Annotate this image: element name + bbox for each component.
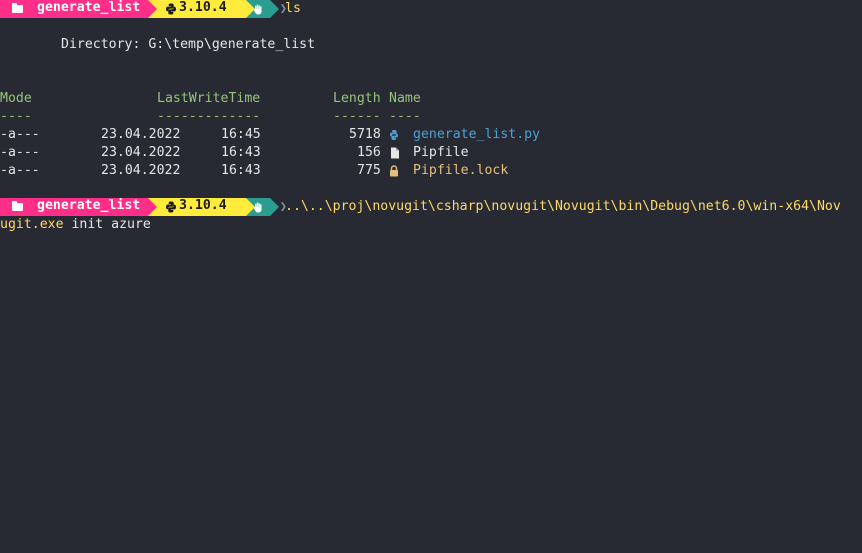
prompt-command-line1: ..\..\proj\novugit\csharp\novugit\Novugi… <box>285 199 841 214</box>
python-icon <box>166 3 176 15</box>
header-lastwritetime: LastWriteTime <box>157 91 261 106</box>
prompt-python-version: 3.10.4 <box>179 0 227 15</box>
underline-mode: ---- <box>0 109 32 124</box>
file-icon <box>391 147 399 159</box>
prompt-dir-segment: generate_list <box>0 198 157 216</box>
row-date: 23.04.2022 <box>101 127 181 142</box>
prompt-dir-label: generate_list <box>37 0 141 15</box>
command-args: init azure <box>63 217 151 232</box>
row-date: 23.04.2022 <box>101 163 181 178</box>
row-mode: -a--- <box>0 163 40 178</box>
prompt-bar-1: generate_list 3.10.4 ❯ <box>0 0 287 18</box>
row-length: 156 <box>357 145 381 160</box>
underline-lastwritetime: ------------- <box>157 109 261 124</box>
row-name[interactable]: Pipfile <box>413 144 469 162</box>
row-mode: -a--- <box>0 145 40 160</box>
prompt-dir-label: generate_list <box>37 198 141 213</box>
row-date: 23.04.2022 <box>101 145 181 160</box>
prompt-command-line2[interactable]: ugit.exe init azure <box>0 216 151 234</box>
prompt-python-version: 3.10.4 <box>179 198 227 213</box>
prompt-dir-segment: generate_list <box>0 0 157 18</box>
row-length: 5718 <box>349 127 381 142</box>
row-name[interactable]: generate_list.py <box>413 126 540 144</box>
python-file-icon <box>390 130 398 140</box>
prompt-bar-2: generate_list 3.10.4 ❯ <box>0 198 287 216</box>
prompt-command: ls <box>285 1 301 16</box>
folder-icon <box>12 3 23 13</box>
directory-line: Directory: G:\temp\generate_list <box>61 37 316 52</box>
row-name[interactable]: Pipfile.lock <box>413 162 508 180</box>
row-length: 775 <box>357 163 381 178</box>
row-time: 16:43 <box>221 145 261 160</box>
underline-length: ------ <box>333 109 381 124</box>
row-mode: -a--- <box>0 127 40 142</box>
folder-icon <box>12 201 23 211</box>
lock-icon <box>390 165 398 177</box>
command-path: ugit.exe <box>0 217 64 232</box>
header-length: Length <box>333 91 381 106</box>
row-time: 16:45 <box>221 127 261 142</box>
header-mode: Mode <box>0 91 32 106</box>
underline-name: ---- <box>389 109 421 124</box>
prompt-python-segment: 3.10.4 <box>148 198 255 216</box>
python-icon <box>166 201 176 213</box>
row-time: 16:43 <box>221 163 261 178</box>
header-name: Name <box>389 91 421 106</box>
prompt-python-segment: 3.10.4 <box>148 0 255 18</box>
